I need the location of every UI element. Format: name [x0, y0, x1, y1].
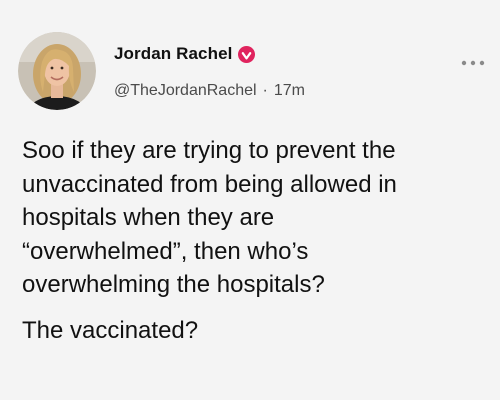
post-text: Soo if they are trying to prevent the un…	[22, 134, 492, 347]
meta-separator: ·	[262, 82, 268, 99]
post-paragraph: The vaccinated?	[22, 314, 492, 348]
post-text-line: “overwhelmed”, then who’s	[22, 237, 309, 265]
post-text-line: The vaccinated?	[22, 316, 199, 344]
post-text-line: unvaccinated from being allowed in	[22, 170, 397, 198]
author-meta: @TheJordanRachel · 17m	[114, 82, 305, 100]
more-horizontal-icon[interactable]	[460, 58, 486, 68]
verified-badge-icon	[238, 45, 256, 63]
post-text-line: Soo if they are trying to prevent the	[22, 137, 396, 164]
avatar[interactable]	[18, 32, 96, 110]
author-name-row: Jordan Rachel	[114, 44, 256, 64]
display-name[interactable]: Jordan Rachel	[114, 44, 232, 64]
post-text-line: overwhelming the hospitals?	[22, 271, 325, 298]
post-paragraph: Soo if they are trying to prevent the un…	[22, 134, 492, 302]
tweet-card: Jordan Rachel @TheJordanRachel · 17m Soo i…	[0, 0, 500, 400]
profile-photo-icon	[18, 32, 96, 110]
post-text-line: hospitals when they are	[22, 204, 275, 231]
post-timestamp[interactable]: 17m	[274, 82, 305, 99]
author-handle[interactable]: @TheJordanRachel	[114, 82, 257, 99]
